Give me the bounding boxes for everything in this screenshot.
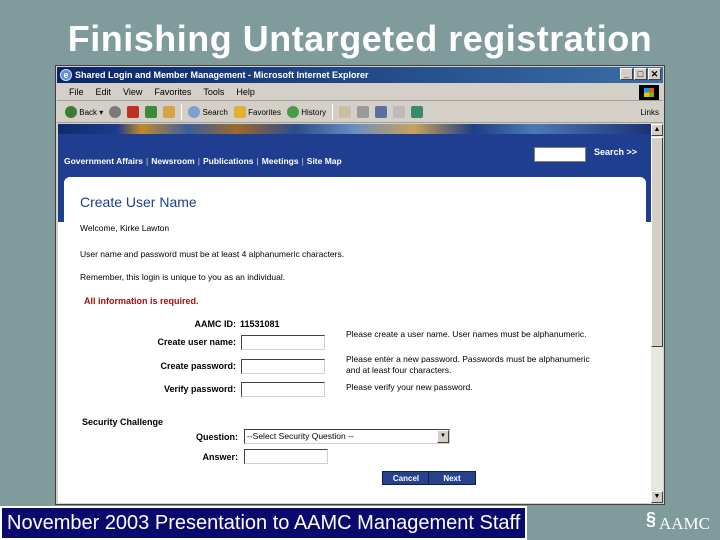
scroll-up-icon[interactable]: ▲ (651, 124, 663, 136)
form-heading: Create User Name (80, 194, 197, 210)
site-nav: Government Affairs | Newsroom | Publications… (64, 156, 342, 166)
page-viewport: Government Affairs | Newsroom | Publications… (58, 124, 652, 503)
nav-meetings[interactable]: Meetings (262, 156, 299, 166)
security-question-select[interactable]: --Select Security Question -- ▼ (244, 429, 450, 444)
menu-tools[interactable]: Tools (203, 84, 224, 100)
close-button[interactable]: ✕ (648, 68, 661, 80)
nav-divider: | (146, 156, 149, 166)
menu-file[interactable]: File (69, 84, 84, 100)
internet-explorer-icon: e (60, 69, 72, 81)
rule-text: User name and password must be at least … (80, 249, 345, 259)
aamc-id-value: 11531081 (240, 319, 280, 329)
mail-icon[interactable] (339, 106, 352, 118)
refresh-icon[interactable] (145, 106, 158, 118)
chevron-down-icon[interactable]: ▼ (437, 430, 449, 443)
nav-site-map[interactable]: Site Map (307, 156, 342, 166)
required-notice: All information is required. (84, 296, 199, 306)
verify-password-input[interactable] (241, 382, 325, 397)
site-search-input[interactable] (534, 147, 586, 162)
history-button[interactable]: History (287, 102, 326, 123)
window-titlebar: e Shared Login and Member Management - M… (57, 67, 663, 83)
verify-label: Verify password: (163, 384, 236, 394)
security-question-value: --Select Security Question -- (247, 431, 354, 441)
welcome-text: Welcome, Kirke Lawton (80, 223, 170, 233)
nav-government-affairs[interactable]: Government Affairs (64, 156, 143, 166)
cancel-button[interactable]: Cancel (382, 471, 430, 485)
password-input[interactable] (241, 359, 325, 374)
nav-publications[interactable]: Publications (203, 156, 254, 166)
messenger-icon[interactable] (411, 106, 424, 118)
menu-view[interactable]: View (123, 84, 142, 100)
edit-icon[interactable] (375, 106, 388, 118)
browser-window: e Shared Login and Member Management - M… (55, 65, 665, 505)
favorites-icon (233, 106, 246, 119)
search-icon (188, 106, 201, 119)
back-arrow-icon (65, 106, 77, 119)
window-title: Shared Login and Member Management - Mic… (75, 70, 369, 80)
aamc-logo: § AAMC (644, 508, 714, 536)
minimize-button[interactable]: _ (620, 68, 633, 80)
aamc-logo-mark-icon: § (646, 509, 657, 529)
security-answer-input[interactable] (244, 449, 328, 464)
favorites-button[interactable]: Favorites (233, 102, 281, 123)
aamc-id-label: AAMC ID: (194, 319, 237, 329)
username-hint: Please create a user name. User names mu… (346, 329, 587, 339)
username-input[interactable] (241, 335, 325, 350)
history-icon (287, 106, 300, 119)
password-hint: Please enter a new password. Passwords m… (346, 354, 590, 375)
print-icon[interactable] (357, 106, 370, 118)
menu-bar: File Edit View Favorites Tools Help (57, 84, 663, 101)
scrollbar-thumb[interactable] (651, 137, 663, 347)
registration-form: Create User Name Welcome, Kirke Lawton U… (64, 177, 646, 503)
nav-divider: | (301, 156, 304, 166)
maximize-button[interactable]: □ (634, 68, 647, 80)
windows-logo-icon (639, 85, 659, 100)
site-banner (58, 124, 652, 134)
home-icon[interactable] (163, 106, 176, 118)
aamc-logo-text: AAMC (659, 514, 711, 533)
vertical-scrollbar[interactable]: ▲ ▼ (651, 124, 663, 503)
answer-label: Answer: (202, 452, 238, 462)
nav-newsroom[interactable]: Newsroom (151, 156, 194, 166)
slide-footer: November 2003 Presentation to AAMC Manag… (0, 506, 527, 540)
menu-help[interactable]: Help (236, 84, 255, 100)
browser-toolbar: Back ▾ Search Favorites History Links (57, 102, 663, 123)
next-button[interactable]: Next (428, 471, 476, 485)
scroll-down-icon[interactable]: ▼ (651, 491, 663, 503)
remember-text: Remember, this login is unique to you as… (80, 272, 286, 282)
nav-divider: | (256, 156, 259, 166)
menu-favorites[interactable]: Favorites (154, 84, 191, 100)
verify-hint: Please verify your new password. (346, 382, 473, 392)
nav-divider: | (197, 156, 200, 166)
stop-icon[interactable] (127, 106, 140, 118)
password-label: Create password: (160, 361, 236, 371)
slide-title: Finishing Untargeted registration (67, 18, 653, 59)
links-button[interactable]: Links (640, 102, 659, 123)
question-label: Question: (196, 432, 238, 442)
forward-arrow-icon[interactable] (109, 106, 122, 118)
toolbar-separator (181, 104, 183, 120)
search-button[interactable]: Search (188, 102, 228, 123)
menu-edit[interactable]: Edit (96, 84, 112, 100)
discuss-icon[interactable] (393, 106, 406, 118)
site-search-button[interactable]: Search >> (594, 147, 637, 157)
security-challenge-heading: Security Challenge (82, 417, 164, 427)
toolbar-separator (332, 104, 334, 120)
username-label: Create user name: (157, 337, 236, 347)
back-button[interactable]: Back ▾ (65, 102, 103, 123)
